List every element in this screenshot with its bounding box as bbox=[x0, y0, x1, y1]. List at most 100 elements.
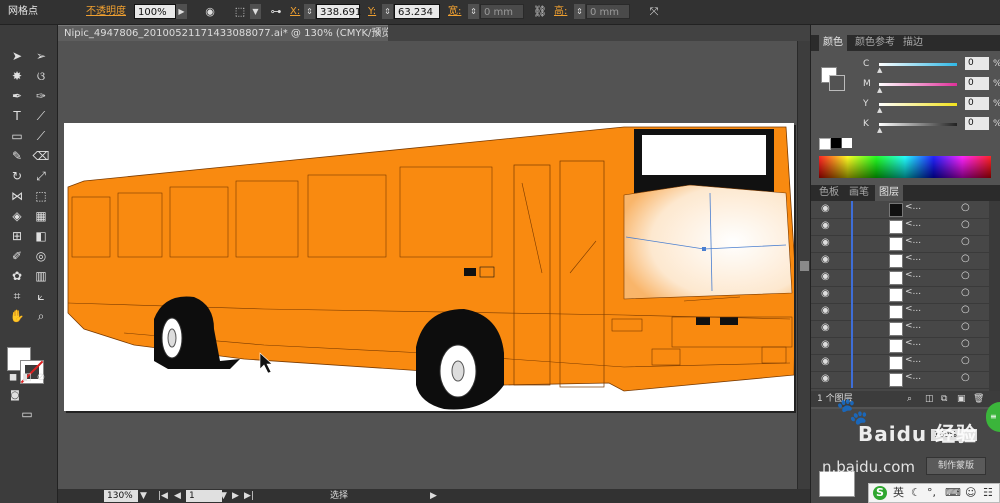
target-icon[interactable]: ○ bbox=[961, 202, 970, 213]
target-icon[interactable]: ○ bbox=[961, 270, 970, 281]
layer-row[interactable]: ◉ <... ○ bbox=[811, 371, 989, 389]
locate-object-icon[interactable]: ⌕ bbox=[907, 391, 912, 407]
layer-name[interactable]: <... bbox=[905, 202, 921, 212]
rectangle-tool-icon[interactable]: ▭ bbox=[8, 127, 26, 145]
layer-row[interactable]: ◉ <... ○ bbox=[811, 252, 989, 270]
lasso-icon[interactable]: ଓ bbox=[32, 67, 50, 85]
color-spectrum[interactable] bbox=[819, 156, 991, 178]
y-stepper[interactable]: ⇕ bbox=[382, 4, 393, 19]
blend-tool-icon[interactable]: ◎ bbox=[32, 247, 50, 265]
transform-icon[interactable]: ⊶ bbox=[268, 4, 284, 19]
canvas[interactable] bbox=[58, 41, 796, 489]
perspective-grid-icon[interactable]: ▦ bbox=[32, 207, 50, 225]
status-menu-arrow[interactable]: ▶ bbox=[430, 490, 437, 502]
width-stepper[interactable]: ⇕ bbox=[468, 4, 479, 19]
layer-name[interactable]: <... bbox=[905, 236, 921, 246]
visibility-eye-icon[interactable]: ◉ bbox=[821, 254, 830, 265]
tab-swatches[interactable]: 色板 bbox=[815, 185, 843, 201]
layers-scrollbar[interactable] bbox=[989, 201, 1000, 391]
opacity-input[interactable]: 100% bbox=[134, 4, 176, 19]
align-icon[interactable]: ⬚ bbox=[232, 4, 248, 19]
visibility-eye-icon[interactable]: ◉ bbox=[821, 373, 830, 384]
close-tab-icon[interactable]: × bbox=[374, 26, 382, 41]
height-input[interactable]: 0 mm bbox=[586, 4, 630, 19]
opacity-dropdown-arrow[interactable]: ▶ bbox=[176, 4, 187, 19]
layer-row[interactable]: ◉ <... ○ bbox=[811, 337, 989, 355]
link-icon[interactable]: ⛓ bbox=[532, 4, 548, 19]
height-stepper[interactable]: ⇕ bbox=[574, 4, 585, 19]
eyedropper-icon[interactable]: ✐ bbox=[8, 247, 26, 265]
gradient-tool-icon[interactable]: ◧ bbox=[32, 227, 50, 245]
next-page-icon[interactable]: ▶ bbox=[232, 490, 239, 502]
target-icon[interactable]: ○ bbox=[961, 236, 970, 247]
visibility-eye-icon[interactable]: ◉ bbox=[821, 356, 830, 367]
vertical-scroll-thumb[interactable] bbox=[800, 261, 809, 271]
layer-name[interactable]: <... bbox=[905, 287, 921, 297]
pen-tool-icon[interactable]: ✒ bbox=[8, 87, 26, 105]
ime-punct-icon[interactable]: °, bbox=[927, 486, 936, 500]
transform-options-icon[interactable]: ⤧ bbox=[646, 4, 662, 19]
opacity-label[interactable]: 不透明度 bbox=[86, 4, 126, 19]
visibility-eye-icon[interactable]: ◉ bbox=[821, 288, 830, 299]
ime-menu-icon[interactable]: ☷ bbox=[983, 486, 993, 500]
shape-builder-icon[interactable]: ◈ bbox=[8, 207, 26, 225]
target-icon[interactable]: ○ bbox=[961, 338, 970, 349]
rotate-tool-icon[interactable]: ↻ bbox=[8, 167, 26, 185]
width-input[interactable]: 0 mm bbox=[480, 4, 524, 19]
screen-mode-icon[interactable]: ▭ bbox=[18, 405, 36, 423]
layer-name[interactable]: <... bbox=[905, 372, 921, 382]
x-stepper[interactable]: ⇕ bbox=[304, 4, 315, 19]
cyan-track[interactable] bbox=[879, 63, 957, 66]
white-swatch[interactable] bbox=[842, 138, 852, 148]
target-icon[interactable]: ○ bbox=[961, 355, 970, 366]
magenta-value[interactable]: 0 bbox=[965, 77, 989, 90]
stroke-swatch-small[interactable] bbox=[829, 75, 845, 91]
cyan-knob[interactable]: ▲ bbox=[877, 66, 882, 74]
direct-selection-tool-icon[interactable]: ➢ bbox=[32, 47, 50, 65]
line-tool-icon[interactable]: ⟋ bbox=[32, 107, 50, 125]
new-sublayer-icon[interactable]: ⧉ bbox=[941, 391, 947, 407]
last-page-icon[interactable]: ▶| bbox=[244, 490, 254, 502]
first-page-icon[interactable]: |◀ bbox=[158, 490, 168, 502]
layer-name[interactable]: <... bbox=[905, 219, 921, 229]
scale-tool-icon[interactable]: ⤢ bbox=[32, 167, 50, 185]
draw-mode-icon[interactable]: ◙ bbox=[6, 387, 24, 405]
layer-name[interactable]: <... bbox=[905, 253, 921, 263]
layer-row[interactable]: ◉ <... ○ bbox=[811, 218, 989, 236]
paintbrush-icon[interactable]: ⟋ bbox=[32, 127, 50, 145]
ime-moon-icon[interactable]: ☾ bbox=[911, 486, 921, 500]
none-mode-icon[interactable]: ⊘ bbox=[32, 369, 50, 387]
layer-name[interactable]: <... bbox=[905, 355, 921, 365]
cyan-value[interactable]: 0 bbox=[965, 57, 989, 70]
align-dropdown-arrow[interactable]: ▼ bbox=[250, 4, 261, 19]
ime-user-icon[interactable]: ☺ bbox=[965, 486, 976, 500]
vertical-scrollbar[interactable] bbox=[797, 41, 811, 489]
type-tool-icon[interactable]: T bbox=[8, 107, 26, 125]
new-layer-icon[interactable]: ▣ bbox=[957, 391, 966, 407]
document-tab[interactable]: Nipic_4947806_20100521171433088077.ai* @… bbox=[58, 25, 388, 41]
layer-row[interactable]: ◉ <... ○ bbox=[811, 235, 989, 253]
visibility-eye-icon[interactable]: ◉ bbox=[821, 322, 830, 333]
free-transform-icon[interactable]: ⬚ bbox=[32, 187, 50, 205]
layer-row[interactable]: ◉ <... ○ bbox=[811, 303, 989, 321]
symbol-sprayer-icon[interactable]: ✿ bbox=[8, 267, 26, 285]
tab-stroke[interactable]: 描边 bbox=[899, 35, 927, 51]
page-number[interactable]: 1 bbox=[186, 490, 222, 502]
tab-brushes[interactable]: 画笔 bbox=[845, 185, 873, 201]
page-dropdown-arrow[interactable]: ▼ bbox=[220, 490, 227, 502]
yellow-track[interactable] bbox=[879, 103, 957, 106]
ime-keyboard-icon[interactable]: ⌨ bbox=[945, 486, 961, 500]
target-icon[interactable]: ○ bbox=[961, 372, 970, 383]
magenta-track[interactable] bbox=[879, 83, 957, 86]
zoom-dropdown-arrow[interactable]: ▼ bbox=[140, 490, 147, 502]
target-icon[interactable]: ○ bbox=[961, 304, 970, 315]
visibility-eye-icon[interactable]: ◉ bbox=[821, 339, 830, 350]
eraser-icon[interactable]: ⌫ bbox=[32, 147, 50, 165]
layer-row[interactable]: ◉ <... ○ bbox=[811, 320, 989, 338]
layer-row[interactable]: ◉ <... ○ bbox=[811, 201, 989, 219]
prev-page-icon[interactable]: ◀ bbox=[174, 490, 181, 502]
layer-row[interactable]: ◉ <... ○ bbox=[811, 354, 989, 372]
graph-tool-icon[interactable]: ▥ bbox=[32, 267, 50, 285]
y-input[interactable]: 63.234 bbox=[394, 4, 440, 19]
bus-illustration[interactable] bbox=[64, 123, 794, 411]
